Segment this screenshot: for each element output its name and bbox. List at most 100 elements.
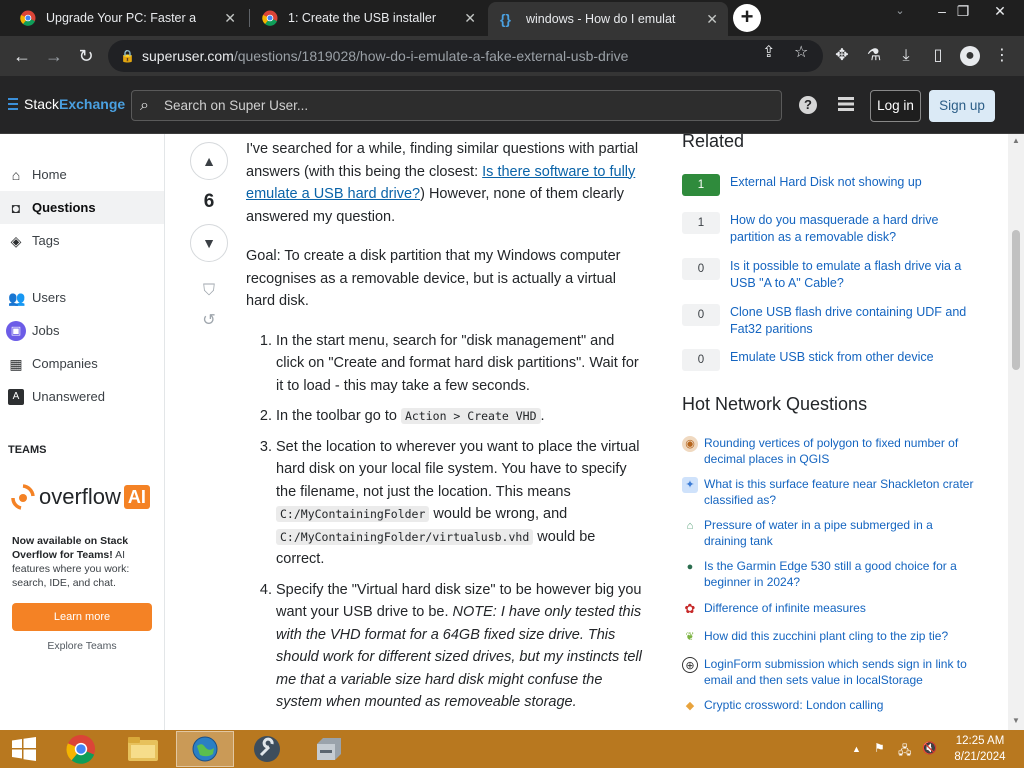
nav-item-jobs[interactable]: ▣ Jobs bbox=[0, 314, 164, 347]
scroll-thumb[interactable] bbox=[1012, 230, 1020, 370]
address-bar[interactable]: 🔒 superuser.com/questions/1819028/how-do… bbox=[108, 40, 823, 72]
forward-arrow-icon[interactable]: → bbox=[40, 42, 68, 70]
nav-item-questions[interactable]: ◘ Questions bbox=[0, 191, 164, 224]
close-tab-icon[interactable]: ✕ bbox=[224, 10, 236, 27]
related-item[interactable]: 1 How do you masquerade a hard drive par… bbox=[682, 212, 982, 245]
restore-button[interactable]: ❐ bbox=[943, 0, 983, 30]
network-icon[interactable]: 🖧 bbox=[898, 741, 911, 762]
hnq-link[interactable]: LoginForm submission which sends sign in… bbox=[704, 657, 976, 688]
bookmark-icon[interactable]: ⛉ bbox=[188, 276, 230, 306]
nav-item-companies[interactable]: ▦ Companies bbox=[0, 347, 164, 380]
scroll-down-arrow-icon[interactable]: ▼ bbox=[1008, 714, 1024, 728]
site-switcher-icon[interactable] bbox=[838, 97, 854, 111]
wrench-icon bbox=[254, 736, 280, 762]
stackexchange-logo[interactable]: Stack Exchange bbox=[8, 96, 125, 112]
related-item[interactable]: 0 Clone USB flash drive containing UDF a… bbox=[682, 304, 982, 337]
unanswered-icon: A bbox=[8, 388, 24, 405]
hnq-item[interactable]: ◆ Cryptic crossword: London calling bbox=[682, 698, 982, 714]
site-topbar: Stack Exchange ⌕ Search on Super User... … bbox=[0, 76, 1024, 134]
hnq-item[interactable]: ✦ What is this surface feature near Shac… bbox=[682, 477, 982, 508]
nav-label: Tags bbox=[32, 233, 60, 248]
nav-item-tags[interactable]: ◈ Tags bbox=[0, 224, 164, 257]
related-link[interactable]: Clone USB flash drive containing UDF and… bbox=[730, 304, 980, 337]
clock-time: 12:25 AM bbox=[955, 735, 1005, 747]
tab-search-icon[interactable]: ⌄ bbox=[880, 0, 920, 30]
close-tab-icon[interactable]: ✕ bbox=[706, 11, 718, 28]
nav-item-unanswered[interactable]: A Unanswered bbox=[0, 380, 164, 413]
tab-create-usb-installer[interactable]: 1: Create the USB installer - Chro ✕ bbox=[250, 2, 486, 34]
download-icon[interactable]: ⤓ bbox=[896, 46, 916, 66]
related-score-badge: 0 bbox=[682, 258, 720, 280]
windows-start-button[interactable] bbox=[0, 731, 48, 767]
bookmark-star-icon[interactable]: ☆ bbox=[794, 42, 808, 62]
overflow-ai-logo-icon bbox=[11, 484, 35, 510]
learn-more-button[interactable]: Learn more bbox=[12, 603, 152, 631]
hnq-item[interactable]: ⊕ LoginForm submission which sends sign … bbox=[682, 657, 982, 688]
downvote-button[interactable]: ▼ bbox=[190, 224, 228, 262]
profile-avatar-icon[interactable]: ● bbox=[960, 46, 980, 66]
nav-label: Jobs bbox=[32, 323, 60, 338]
tab-superuser-question[interactable]: {} windows - How do I emulate a ✕ bbox=[488, 2, 728, 36]
nav-label: Questions bbox=[32, 200, 96, 215]
hnq-link[interactable]: Rounding vertices of polygon to fixed nu… bbox=[704, 436, 976, 467]
login-button[interactable]: Log in bbox=[870, 90, 921, 122]
help-icon[interactable]: ? bbox=[799, 96, 817, 114]
chrome-icon bbox=[20, 10, 36, 26]
hnq-link[interactable]: Difference of infinite measures bbox=[704, 601, 976, 617]
related-item[interactable]: 0 Emulate USB stick from other device bbox=[682, 349, 982, 371]
scroll-up-arrow-icon[interactable]: ▲ bbox=[1008, 134, 1024, 148]
related-link[interactable]: How do you masquerade a hard drive parti… bbox=[730, 212, 980, 245]
page-scrollbar[interactable]: ▲ ▼ bbox=[1008, 134, 1024, 730]
taskbar-network-app[interactable] bbox=[176, 731, 234, 767]
new-tab-button[interactable]: + bbox=[733, 4, 761, 32]
hnq-link[interactable]: Pressure of water in a pipe submerged in… bbox=[704, 518, 976, 549]
site-search-input[interactable]: ⌕ Search on Super User... bbox=[131, 90, 782, 121]
tray-overflow-chevron-icon[interactable]: ▲ bbox=[852, 744, 861, 754]
related-item[interactable]: 0 Is it possible to emulate a flash driv… bbox=[682, 258, 982, 291]
close-tab-icon[interactable]: ✕ bbox=[464, 10, 476, 27]
side-panel-icon[interactable]: ▯ bbox=[928, 46, 948, 66]
share-icon[interactable]: ⇪ bbox=[762, 42, 775, 62]
back-arrow-icon[interactable]: ← bbox=[8, 42, 36, 70]
history-icon[interactable]: ↺ bbox=[188, 306, 230, 336]
hnq-item[interactable]: ◉ Rounding vertices of polygon to fixed … bbox=[682, 436, 982, 467]
tab-upgrade-pc[interactable]: Upgrade Your PC: Faster and Mo ✕ bbox=[8, 2, 246, 34]
hnq-link[interactable]: What is this surface feature near Shackl… bbox=[704, 477, 976, 508]
gis-icon: ◉ bbox=[682, 436, 698, 452]
hnq-link[interactable]: Is the Garmin Edge 530 still a good choi… bbox=[704, 559, 976, 590]
action-center-flag-icon[interactable]: ⚑ bbox=[874, 741, 885, 755]
hnq-item[interactable]: ✿ Difference of infinite measures bbox=[682, 601, 982, 617]
volume-muted-icon[interactable]: 🔇 bbox=[922, 741, 937, 755]
nav-item-users[interactable]: 👥 Users bbox=[0, 281, 164, 314]
extensions-icon[interactable]: ✥ bbox=[832, 46, 852, 66]
hnq-item[interactable]: ❦ How did this zucchini plant cling to t… bbox=[682, 629, 982, 645]
related-link[interactable]: External Hard Disk not showing up bbox=[730, 174, 980, 191]
labs-flask-icon[interactable]: ⚗ bbox=[864, 46, 884, 66]
related-link[interactable]: Emulate USB stick from other device bbox=[730, 349, 980, 366]
clock-date: 8/21/2024 bbox=[954, 751, 1006, 763]
url-path: /questions/1819028/how-do-i-emulate-a-fa… bbox=[233, 48, 629, 64]
taskbar-drive-app[interactable] bbox=[300, 731, 358, 767]
related-link[interactable]: Is it possible to emulate a flash drive … bbox=[730, 258, 980, 291]
puzzling-icon: ◆ bbox=[685, 700, 695, 712]
signup-button[interactable]: Sign up bbox=[929, 90, 995, 122]
close-window-button[interactable]: ✕ bbox=[980, 0, 1020, 30]
nav-item-home[interactable]: ⌂ Home bbox=[0, 158, 164, 191]
reload-icon[interactable]: ↻ bbox=[72, 42, 100, 70]
explore-teams-link[interactable]: Explore Teams bbox=[12, 640, 152, 652]
upvote-button[interactable]: ▲ bbox=[190, 142, 228, 180]
taskbar-clock[interactable]: 12:25 AM 8/21/2024 bbox=[940, 733, 1020, 765]
hnq-link[interactable]: How did this zucchini plant cling to the… bbox=[704, 629, 976, 645]
taskbar-chrome[interactable] bbox=[52, 731, 110, 767]
related-item[interactable]: 1 External Hard Disk not showing up bbox=[682, 174, 982, 196]
hnq-item[interactable]: ● Is the Garmin Edge 530 still a good ch… bbox=[682, 559, 982, 590]
inline-code: C:/MyContainingFolder bbox=[276, 506, 430, 522]
taskbar-tools-app[interactable] bbox=[238, 731, 296, 767]
step-item: Specify the "Virtual hard disk size" to … bbox=[276, 579, 646, 714]
hnq-item[interactable]: ⌂ Pressure of water in a pipe submerged … bbox=[682, 518, 982, 549]
inline-code: C:/MyContainingFolder/virtualusb.vhd bbox=[276, 528, 534, 545]
hnq-link[interactable]: Cryptic crossword: London calling bbox=[704, 698, 976, 714]
taskbar-file-explorer[interactable] bbox=[114, 731, 172, 767]
logo-ai-badge: AI bbox=[123, 485, 150, 509]
menu-kebab-icon[interactable]: ⋮ bbox=[992, 46, 1012, 66]
